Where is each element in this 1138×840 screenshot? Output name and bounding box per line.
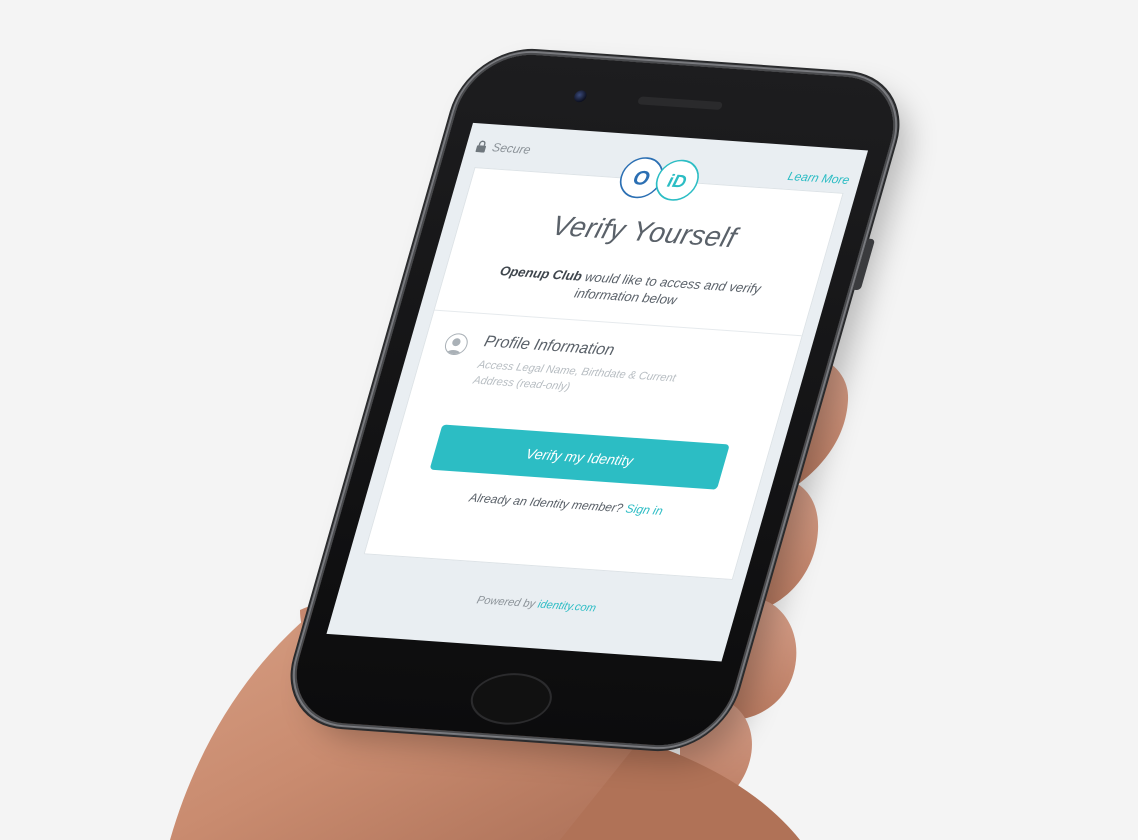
powered-by: Powered by identity.com [337,585,735,624]
profile-title: Profile Information [482,333,617,360]
profile-description: Access Legal Name, Birthdate & Current A… [471,358,678,394]
signin-link[interactable]: Sign in [624,502,665,518]
learn-more-link[interactable]: Learn More [786,169,851,187]
identity-logo: O iD [613,155,707,204]
intro-text: Openup Club would like to access and ver… [460,260,797,316]
signin-row: Already an Identity member? Sign in [381,485,752,524]
camera-icon [572,89,589,103]
profile-permission: Profile Information Access Legal Name, B… [430,327,779,419]
secure-indicator: Secure [475,139,533,157]
member-prompt: Already an Identity member? [467,490,625,516]
lock-icon [475,140,488,153]
home-button [464,670,559,728]
speaker-grill [637,96,724,111]
page-title: Verify Yourself [548,209,741,254]
secure-label: Secure [490,140,533,157]
powered-prefix: Powered by [475,594,537,611]
app-name: Openup Club [498,263,584,284]
avatar-icon [442,332,471,356]
verify-card: O iD Verify Yourself Openup Club would l… [363,157,844,581]
intro-body: would like to access and verify informat… [572,268,763,308]
powered-link[interactable]: identity.com [536,599,597,615]
verify-identity-button[interactable]: Verify my Identity [429,424,730,490]
